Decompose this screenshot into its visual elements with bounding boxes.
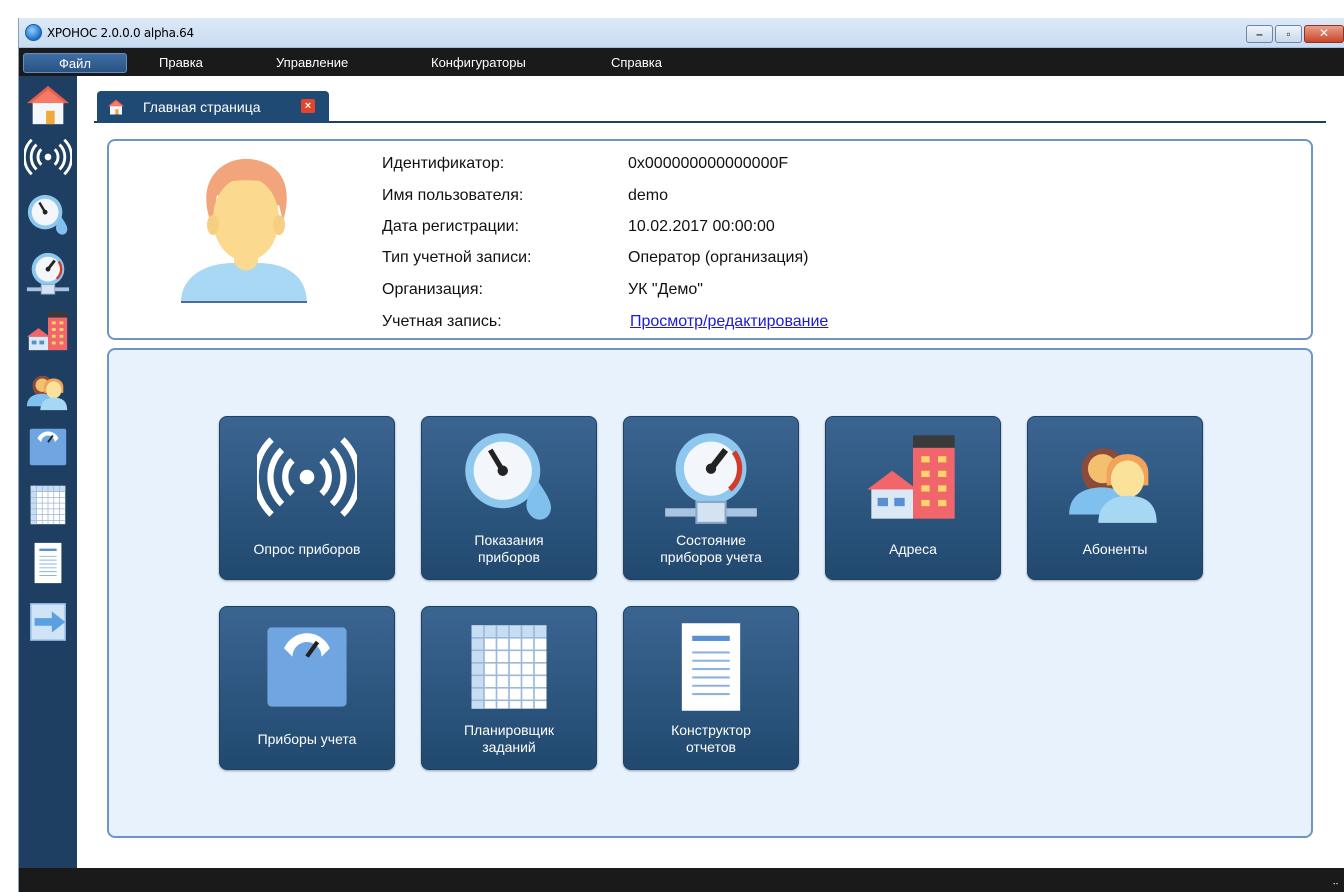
tab-close-button[interactable]: × — [301, 99, 315, 113]
meter-drop-icon[interactable] — [24, 192, 72, 238]
tile-task-scheduler[interactable]: Планировщик заданий — [421, 606, 597, 770]
pressure-gauge-icon[interactable] — [24, 250, 72, 296]
tile-meters[interactable]: Приборы учета — [219, 606, 395, 770]
tile-label: Приборы учета — [257, 730, 357, 747]
tile-device-readings[interactable]: Показания приборов — [421, 416, 597, 580]
tab-label: Главная страница — [143, 99, 261, 115]
close-icon: ✕ — [1318, 26, 1330, 40]
meter-drop-icon — [454, 427, 564, 527]
maximize-icon: ▫ — [1286, 27, 1291, 41]
pressure-gauge-icon — [656, 427, 766, 527]
menu-management[interactable]: Управление — [276, 53, 348, 73]
info-value-organization: УК "Демо" — [628, 281, 703, 298]
menu-configurators[interactable]: Конфигураторы — [431, 53, 526, 73]
home-icon[interactable] — [24, 82, 72, 128]
tile-label: Показания приборов — [474, 532, 544, 565]
close-window-button[interactable]: ✕ — [1304, 25, 1344, 43]
info-label-username: Имя пользователя: — [382, 187, 524, 204]
window-title: ХРОНОС 2.0.0.0 alpha.64 — [47, 26, 194, 40]
buildings-icon — [858, 427, 968, 527]
grid-icon[interactable] — [24, 482, 72, 528]
tile-label: Абоненты — [1082, 540, 1148, 557]
info-label-account-type: Тип учетной записи: — [382, 249, 532, 266]
user-profile-panel: Идентификатор: 0x000000000000000F Имя по… — [107, 139, 1313, 340]
scale-icon[interactable] — [24, 424, 72, 470]
info-value-account-type: Оператор (организация) — [628, 249, 809, 266]
scale-icon — [252, 617, 362, 717]
report-icon — [656, 617, 766, 717]
modules-panel: Опрос приборов Показания приборов Состоян… — [107, 348, 1313, 838]
report-icon[interactable] — [24, 540, 72, 586]
info-value-id: 0x000000000000000F — [628, 155, 789, 172]
radio-signal-icon[interactable] — [24, 134, 72, 180]
menu-file[interactable]: Файл — [23, 53, 127, 73]
window-controls: – ▫ ✕ — [1244, 25, 1344, 43]
tile-subscribers[interactable]: Абоненты — [1027, 416, 1203, 580]
info-value-username: demo — [628, 187, 669, 204]
tile-device-polling[interactable]: Опрос приборов — [219, 416, 395, 580]
minimize-button[interactable]: – — [1246, 25, 1273, 43]
globe-icon — [25, 24, 42, 41]
minimize-icon: – — [1256, 27, 1263, 41]
tile-label: Конструктор отчетов — [671, 722, 751, 755]
tile-report-builder[interactable]: Конструктор отчетов — [623, 606, 799, 770]
tab-home-page[interactable]: Главная страница × — [97, 91, 329, 123]
info-label-id: Идентификатор: — [382, 155, 505, 172]
info-value-reg-date: 10.02.2017 00:00:00 — [628, 218, 775, 235]
info-label-organization: Организация: — [382, 281, 483, 298]
home-icon — [106, 98, 126, 116]
account-edit-link[interactable]: Просмотр/редактирование — [630, 313, 828, 331]
radio-signal-icon — [252, 427, 362, 527]
tile-label: Опрос приборов — [253, 540, 361, 557]
tile-label: Планировщик заданий — [463, 722, 555, 755]
grid-icon — [454, 617, 564, 717]
tile-label: Адреса — [889, 540, 937, 557]
info-label-account: Учетная запись: — [382, 313, 502, 330]
maximize-button[interactable]: ▫ — [1275, 25, 1302, 43]
buildings-icon[interactable] — [24, 308, 72, 354]
menu-bar: Файл Правка Управление Конфигураторы Спр… — [19, 48, 1344, 76]
menu-help[interactable]: Справка — [611, 53, 662, 73]
tile-addresses[interactable]: Адреса — [825, 416, 1001, 580]
user-avatar-icon — [181, 158, 307, 303]
exit-arrow-icon[interactable] — [24, 598, 72, 644]
status-bar: ⠤ — [19, 868, 1344, 892]
tile-label: Состояние приборов учета — [660, 532, 762, 565]
users-icon — [1060, 427, 1170, 527]
menu-edit[interactable]: Правка — [159, 53, 203, 73]
resize-grip-icon[interactable]: ⠤ — [1332, 877, 1339, 888]
tile-device-status[interactable]: Состояние приборов учета — [623, 416, 799, 580]
title-bar[interactable]: ХРОНОС 2.0.0.0 alpha.64 – ▫ ✕ — [19, 18, 1344, 48]
info-label-reg-date: Дата регистрации: — [382, 218, 520, 235]
sidebar — [19, 76, 77, 868]
users-icon[interactable] — [24, 366, 72, 412]
